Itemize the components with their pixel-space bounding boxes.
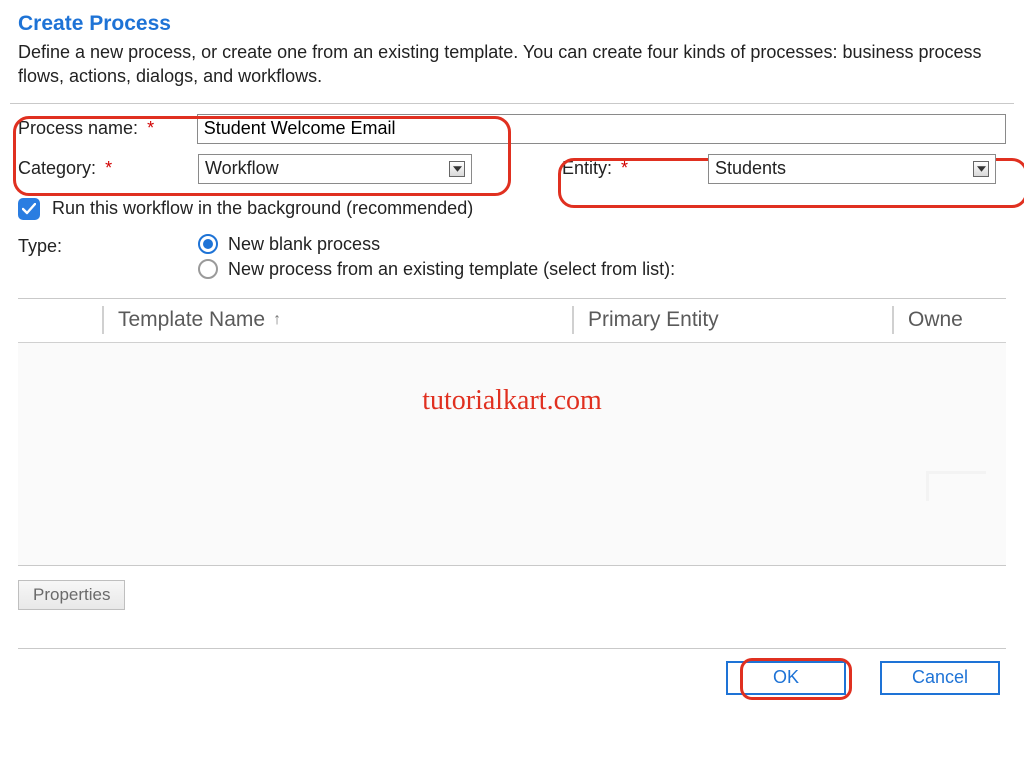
type-block: Type: New blank process New process from…	[18, 234, 1006, 280]
radio-template-label: New process from an existing template (s…	[228, 259, 675, 280]
process-name-input[interactable]	[197, 114, 1006, 144]
process-name-label: Process name:	[18, 118, 138, 138]
entity-label: Entity:	[562, 158, 612, 178]
check-icon	[22, 203, 36, 215]
column-separator	[102, 306, 104, 334]
template-grid: Template Name ↑ Primary Entity Owne tuto…	[18, 298, 1006, 566]
placeholder-icon	[926, 471, 986, 501]
radio-row-template: New process from an existing template (s…	[198, 259, 675, 280]
required-icon: *	[147, 118, 154, 138]
radio-row-blank: New blank process	[198, 234, 675, 255]
form-area: Process name: * Category: * Workflow Ent…	[18, 114, 1006, 280]
chevron-down-icon	[449, 161, 465, 177]
column-owner[interactable]: Owne	[908, 308, 1006, 332]
category-entity-row: Category: * Workflow Entity: * Students	[18, 154, 1006, 184]
chevron-down-icon	[973, 161, 989, 177]
radio-from-template[interactable]	[198, 259, 218, 279]
divider	[10, 103, 1014, 104]
page-description: Define a new process, or create one from…	[18, 40, 998, 89]
sort-asc-icon: ↑	[273, 311, 281, 329]
category-label: Category:	[18, 158, 96, 178]
watermark-text: tutorialkart.com	[18, 385, 1006, 417]
radio-new-blank[interactable]	[198, 234, 218, 254]
entity-value: Students	[715, 158, 786, 179]
category-select[interactable]: Workflow	[198, 154, 472, 184]
col-template-label: Template Name	[118, 308, 265, 332]
ok-button[interactable]: OK	[726, 661, 846, 695]
type-label: Type:	[18, 236, 62, 256]
category-value: Workflow	[205, 158, 279, 179]
radio-blank-label: New blank process	[228, 234, 380, 255]
required-icon: *	[105, 158, 112, 178]
page-title: Create Process	[18, 12, 1006, 36]
background-option-row: Run this workflow in the background (rec…	[18, 198, 1006, 220]
properties-button[interactable]: Properties	[18, 580, 125, 610]
column-separator	[572, 306, 574, 334]
column-primary-entity[interactable]: Primary Entity	[588, 308, 878, 332]
background-label: Run this workflow in the background (rec…	[52, 198, 473, 219]
background-checkbox[interactable]	[18, 198, 40, 220]
col-owner-label: Owne	[908, 308, 963, 331]
col-primary-label: Primary Entity	[588, 308, 719, 331]
entity-select[interactable]: Students	[708, 154, 996, 184]
column-separator	[892, 306, 894, 334]
required-icon: *	[621, 158, 628, 178]
dialog-footer: OK Cancel	[18, 648, 1006, 704]
column-template-name[interactable]: Template Name ↑	[118, 308, 558, 332]
process-name-row: Process name: *	[18, 114, 1006, 144]
grid-header: Template Name ↑ Primary Entity Owne	[18, 299, 1006, 343]
cancel-button[interactable]: Cancel	[880, 661, 1000, 695]
